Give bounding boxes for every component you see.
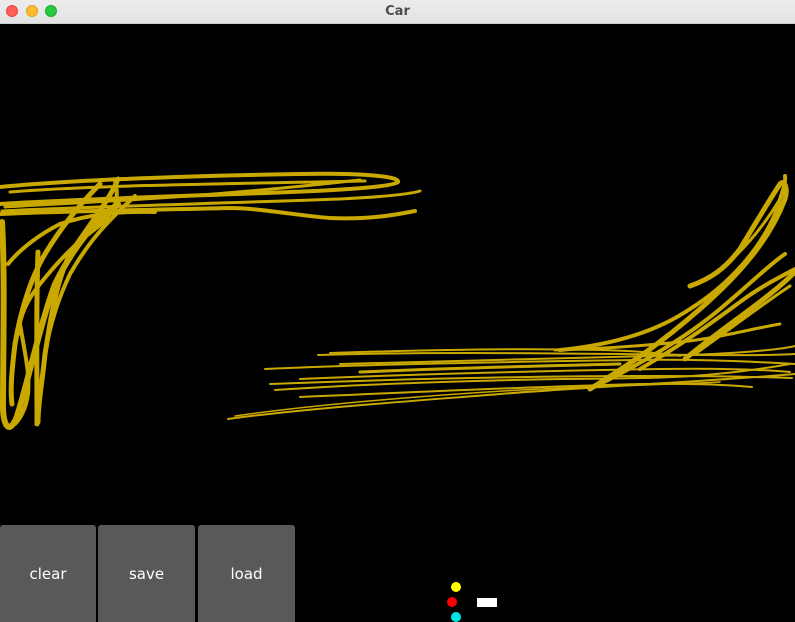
window-title: Car [385, 4, 410, 19]
color-red-dot[interactable] [447, 597, 457, 607]
app-window: Car clear save load [0, 0, 795, 622]
color-yellow-dot[interactable] [451, 582, 461, 592]
title-bar[interactable]: Car [0, 0, 795, 24]
clear-button[interactable]: clear [0, 525, 96, 622]
stroke [558, 174, 788, 352]
brush-size-swatch[interactable] [477, 598, 497, 607]
color-cyan-dot[interactable] [451, 612, 461, 622]
save-button[interactable]: save [98, 525, 195, 622]
stroke [34, 249, 41, 427]
load-button[interactable]: load [198, 525, 295, 622]
stroke [682, 269, 795, 362]
